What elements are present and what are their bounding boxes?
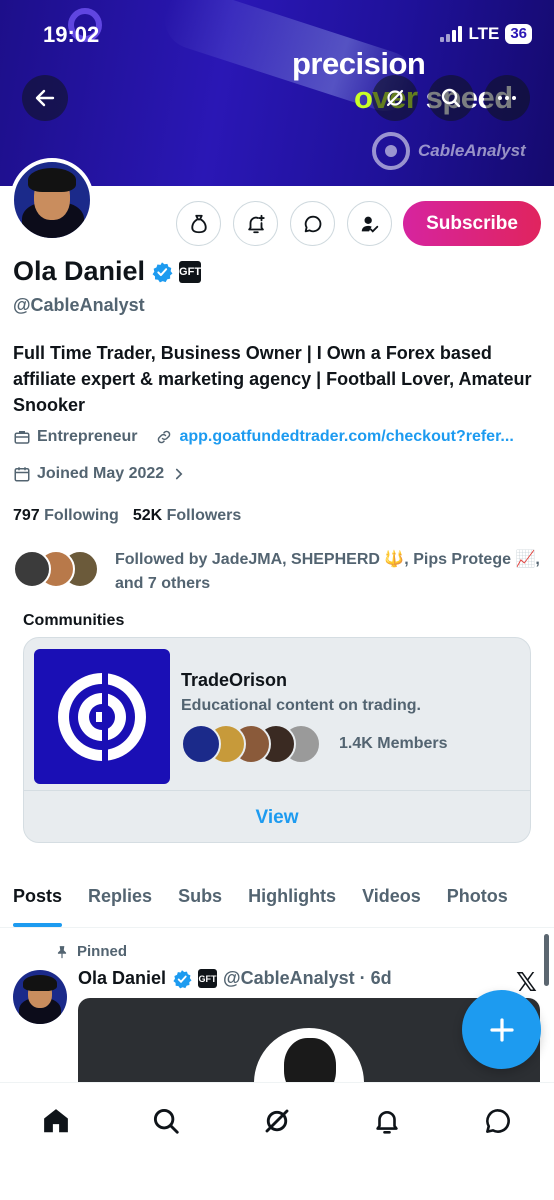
- member-avatars: [181, 723, 325, 765]
- briefcase-icon: [14, 431, 30, 444]
- calendar-icon: [14, 467, 30, 482]
- community-members: 1.4K Members: [181, 723, 448, 765]
- tab-posts[interactable]: Posts: [0, 866, 75, 927]
- community-card[interactable]: TradeOrison Educational content on tradi…: [23, 637, 531, 843]
- bell-plus-icon: [247, 214, 265, 233]
- tab-subs[interactable]: Subs: [165, 866, 235, 927]
- home-icon: [44, 1109, 68, 1133]
- nav-grok[interactable]: [257, 1101, 297, 1141]
- banner-brand: CableAnalyst: [372, 132, 526, 170]
- arrow-left-icon: [35, 89, 55, 107]
- profile-link[interactable]: app.goatfundedtrader.com/checkout?refer.…: [179, 428, 513, 446]
- search-icon: [153, 1108, 179, 1134]
- battery-level: 36: [505, 24, 532, 44]
- message-icon: [486, 1109, 510, 1133]
- signal-icon: [440, 26, 463, 42]
- nav-notifications[interactable]: [367, 1101, 407, 1141]
- followers-count: 52K: [132, 507, 163, 524]
- followers-label: Followers: [166, 507, 242, 524]
- scrollbar[interactable]: [544, 934, 549, 986]
- bottom-nav: [0, 1082, 554, 1200]
- message-icon: [304, 215, 321, 232]
- followed-by-avatars: [13, 548, 105, 590]
- communities-title: Communities: [23, 612, 125, 629]
- pin-icon: [57, 945, 67, 958]
- pinned-label: Pinned: [77, 943, 128, 960]
- more-button[interactable]: [484, 75, 530, 121]
- notify-button[interactable]: [233, 201, 278, 246]
- status-time: 19:02: [43, 22, 100, 47]
- avatar: [13, 550, 51, 588]
- community-member-count: 1.4K Members: [339, 735, 448, 752]
- compose-button[interactable]: [462, 990, 541, 1069]
- affiliate-badge: GFT: [198, 969, 218, 988]
- tab-replies[interactable]: Replies: [75, 866, 165, 927]
- post-header: Ola Daniel GFT @CableAnalyst · 6d: [78, 968, 392, 989]
- follow-counts: 797 Following 52K Followers: [13, 507, 241, 525]
- followers-link[interactable]: 52K Followers: [133, 507, 242, 525]
- nav-messages[interactable]: [478, 1101, 518, 1141]
- profile-meta-row: Entrepreneur app.goatfundedtrader.com/ch…: [13, 428, 514, 446]
- community-view-button[interactable]: View: [24, 791, 530, 842]
- following-count: 797: [13, 507, 40, 524]
- chevron-right-icon: [176, 468, 183, 480]
- status-indicators: LTE 36: [440, 24, 532, 44]
- post-handle-time: @CableAnalyst · 6d: [223, 968, 392, 988]
- tab-photos[interactable]: Photos: [434, 866, 521, 927]
- community-logo: [34, 649, 170, 784]
- profile-category[interactable]: Entrepreneur: [37, 428, 137, 446]
- grok-icon: [265, 1109, 289, 1133]
- back-button[interactable]: [22, 75, 68, 121]
- tab-highlights[interactable]: Highlights: [235, 866, 349, 927]
- search-button[interactable]: [428, 75, 474, 121]
- community-name: TradeOrison: [181, 670, 288, 690]
- banner-brand-logo-icon: [372, 132, 410, 170]
- nav-search[interactable]: [146, 1101, 186, 1141]
- grok-icon: [386, 89, 404, 107]
- following-label: Following: [44, 507, 119, 524]
- community-description: Educational content on trading.: [181, 697, 421, 714]
- profile-name: Ola Daniel: [13, 256, 146, 286]
- banner-brand-text: CableAnalyst: [418, 141, 526, 160]
- message-button[interactable]: [290, 201, 335, 246]
- joined-row[interactable]: Joined May 2022: [13, 465, 188, 483]
- profile-tabs: Posts Replies Subs Highlights Videos Pho…: [0, 866, 554, 928]
- profile-bio: Full Time Trader, Business Owner | I Own…: [13, 343, 532, 415]
- avatar: [181, 724, 221, 764]
- search-icon: [441, 88, 461, 108]
- bell-icon: [376, 1111, 398, 1134]
- joined-date: Joined May 2022: [37, 465, 165, 482]
- following-link[interactable]: 797 Following: [13, 507, 119, 525]
- more-icon: [498, 96, 516, 100]
- profile-handle: @CableAnalyst: [13, 295, 145, 315]
- person-check-icon: [361, 216, 378, 233]
- pinned-indicator: Pinned: [55, 943, 127, 960]
- followed-by-row[interactable]: Followed by JadeJMA, SHEPHERD 🔱, Pips Pr…: [13, 548, 545, 596]
- profile-avatar[interactable]: [10, 158, 94, 242]
- nav-home[interactable]: [36, 1101, 76, 1141]
- subscribe-button[interactable]: Subscribe: [403, 201, 541, 246]
- tab-videos[interactable]: Videos: [349, 866, 434, 927]
- post-author-avatar[interactable]: [13, 970, 67, 1024]
- following-button[interactable]: [347, 201, 392, 246]
- money-bag-icon: [190, 214, 207, 233]
- verified-badge-icon: [173, 969, 192, 988]
- link-icon: [158, 430, 171, 444]
- post-author-name[interactable]: Ola Daniel: [78, 968, 166, 989]
- network-type: LTE: [468, 24, 500, 43]
- plus-icon: [489, 1017, 514, 1042]
- grok-button[interactable]: [372, 75, 418, 121]
- affiliate-badge[interactable]: GFT: [179, 260, 202, 283]
- verified-badge-icon[interactable]: [151, 261, 173, 283]
- tip-button[interactable]: [176, 201, 221, 246]
- community-logo-icon: [58, 670, 146, 763]
- profile-name-row: Ola Daniel GFT: [13, 256, 202, 287]
- followed-by-text: Followed by JadeJMA, SHEPHERD 🔱, Pips Pr…: [115, 551, 540, 592]
